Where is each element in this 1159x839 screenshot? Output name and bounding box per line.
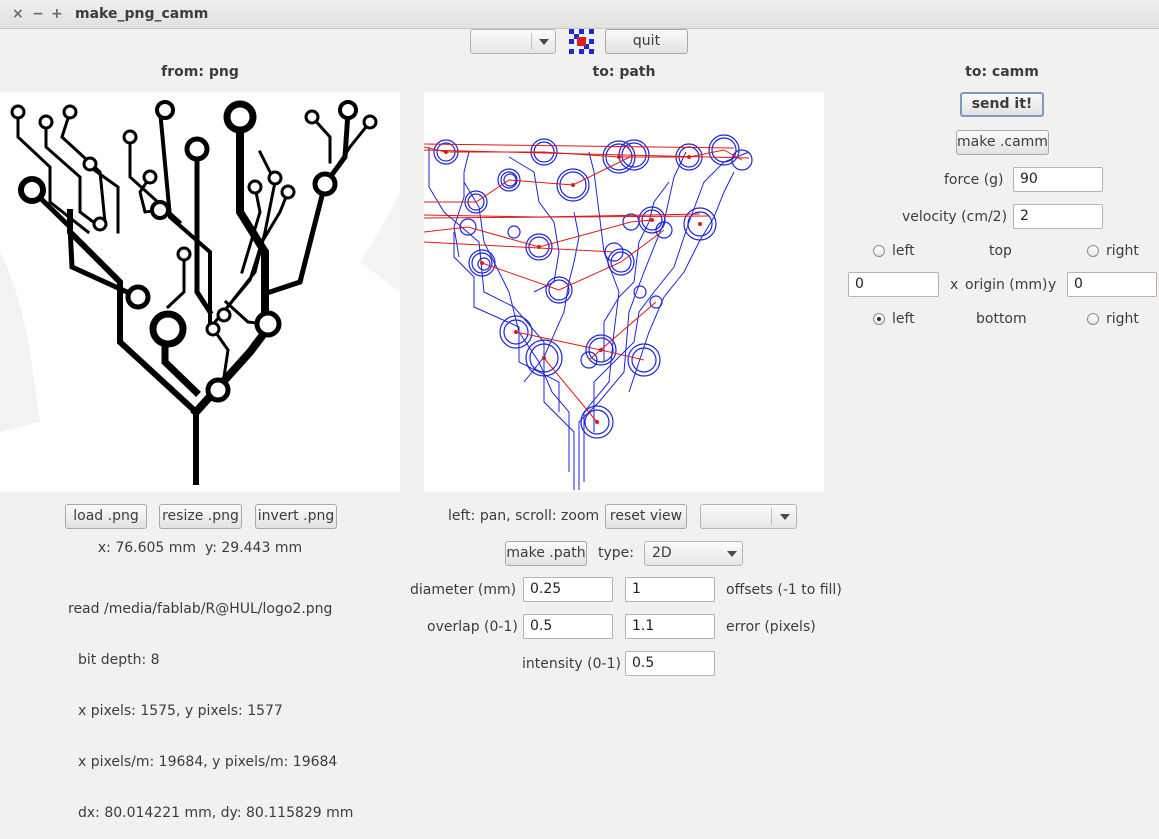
origin-left-bottom-radio[interactable] bbox=[873, 313, 885, 325]
chevron-down-icon bbox=[727, 551, 737, 557]
toolpath-preview bbox=[423, 134, 753, 490]
cursor-coordinates: x: 76.605 mm y: 29.443 mm bbox=[97, 540, 303, 556]
png-info-pixels-per-meter: x pixels/m: 19684, y pixels/m: 19684 bbox=[78, 754, 338, 770]
intensity-field[interactable]: 0.5 bbox=[625, 651, 715, 676]
origin-x-field[interactable]: 0 bbox=[848, 272, 939, 297]
velocity-field[interactable]: 2 bbox=[1013, 204, 1103, 229]
offsets-label: offsets (-1 to fill) bbox=[726, 582, 842, 598]
window-title: make_png_camm bbox=[75, 6, 209, 22]
origin-left-top-label: left bbox=[892, 243, 915, 259]
png-info-pixels: x pixels: 1575, y pixels: 1577 bbox=[78, 703, 283, 719]
maximize-icon[interactable]: + bbox=[51, 6, 63, 22]
view-combo[interactable] bbox=[700, 504, 797, 529]
origin-x-label: x bbox=[950, 277, 959, 293]
chevron-down-icon bbox=[780, 514, 790, 520]
origin-right-top-radio[interactable] bbox=[1087, 245, 1099, 257]
send-it-button[interactable]: send it! bbox=[960, 92, 1044, 117]
force-label: force (g) bbox=[944, 172, 1004, 188]
force-field[interactable]: 90 bbox=[1013, 167, 1103, 192]
from-header: from: png bbox=[161, 64, 239, 80]
intensity-label: intensity (0-1) bbox=[522, 656, 621, 672]
png-info-path: read /media/fablab/R@HUL/logo2.png bbox=[68, 601, 333, 617]
make-path-button[interactable]: make .path bbox=[505, 541, 587, 566]
path-preview-canvas[interactable] bbox=[423, 92, 824, 492]
quit-button[interactable]: quit bbox=[605, 29, 688, 54]
overlap-field[interactable]: 0.5 bbox=[523, 614, 613, 639]
module-combo[interactable] bbox=[470, 29, 556, 54]
origin-bottom-label: bottom bbox=[976, 311, 1027, 327]
minimize-icon[interactable]: − bbox=[32, 6, 44, 22]
type-select-value: 2D bbox=[652, 545, 672, 561]
origin-y-field[interactable]: 0 bbox=[1067, 272, 1157, 297]
png-info-dimensions: dx: 80.014221 mm, dy: 80.115829 mm bbox=[78, 805, 354, 821]
diameter-label: diameter (mm) bbox=[410, 582, 517, 598]
path-header: to: path bbox=[592, 64, 656, 80]
type-label: type: bbox=[598, 545, 634, 561]
type-select[interactable]: 2D bbox=[644, 541, 743, 566]
origin-y-label: y bbox=[1048, 277, 1057, 293]
origin-top-label: top bbox=[989, 243, 1012, 259]
title-bar: × − + make_png_camm bbox=[0, 0, 1159, 29]
offsets-field[interactable]: 1 bbox=[625, 577, 715, 602]
origin-mm-label: origin (mm) bbox=[965, 277, 1048, 293]
circuit-tree-image bbox=[0, 100, 400, 485]
velocity-label: velocity (cm/2) bbox=[902, 209, 1008, 225]
reset-view-button[interactable]: reset view bbox=[605, 504, 687, 529]
fab-modules-grid-icon[interactable] bbox=[569, 29, 594, 54]
origin-left-top-radio[interactable] bbox=[873, 245, 885, 257]
origin-right-top-label: right bbox=[1106, 243, 1139, 259]
load-png-button[interactable]: load .png bbox=[65, 504, 147, 529]
error-label: error (pixels) bbox=[726, 619, 816, 635]
png-info-bit-depth: bit depth: 8 bbox=[78, 652, 160, 668]
chevron-down-icon bbox=[539, 39, 549, 45]
close-icon[interactable]: × bbox=[12, 6, 24, 22]
diameter-field[interactable]: 0.25 bbox=[523, 577, 613, 602]
origin-right-bottom-label: right bbox=[1106, 311, 1139, 327]
resize-png-button[interactable]: resize .png bbox=[159, 504, 242, 529]
overlap-label: overlap (0-1) bbox=[427, 619, 518, 635]
invert-png-button[interactable]: invert .png bbox=[255, 504, 337, 529]
pan-zoom-hint: left: pan, scroll: zoom bbox=[448, 508, 600, 524]
camm-header: to: camm bbox=[965, 64, 1039, 80]
png-info: read /media/fablab/R@HUL/logo2.png bit d… bbox=[68, 567, 353, 839]
make-camm-button[interactable]: make .camm bbox=[956, 130, 1049, 155]
origin-left-bottom-label: left bbox=[892, 311, 915, 327]
error-field[interactable]: 1.1 bbox=[625, 614, 715, 639]
png-preview-canvas[interactable] bbox=[0, 92, 400, 492]
origin-right-bottom-radio[interactable] bbox=[1087, 313, 1099, 325]
